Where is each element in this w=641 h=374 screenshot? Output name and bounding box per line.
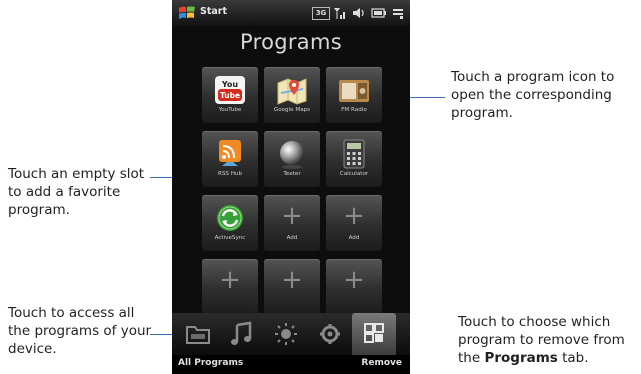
callout-empty-slot: Touch an empty slot to add a favorite pr… xyxy=(8,166,145,218)
tile-teeter[interactable]: Teeter xyxy=(264,131,320,187)
status-bar: Start 3G xyxy=(172,0,410,26)
tab-folder[interactable] xyxy=(178,313,218,355)
page-title: Programs xyxy=(240,30,342,54)
tile-label: FM Radio xyxy=(341,107,367,113)
callout-remove: Touch to choose which program to remove … xyxy=(458,314,625,366)
settings-icon xyxy=(320,324,340,344)
tab-programs[interactable] xyxy=(352,313,396,355)
all-programs-softkey[interactable]: All Programs xyxy=(178,358,243,368)
rss-hub-icon xyxy=(219,140,241,166)
tile-label: Add xyxy=(348,235,360,241)
activesync-icon xyxy=(217,205,243,231)
callout-program-icon: Touch a program icon to open the corresp… xyxy=(451,69,615,121)
tile-label: Google Maps xyxy=(273,107,311,113)
plus-icon: + xyxy=(281,265,303,295)
tab-weather[interactable] xyxy=(266,313,306,355)
tile-label: Teeter xyxy=(283,171,301,177)
plus-icon: + xyxy=(343,201,365,231)
tile-add-slot[interactable]: + xyxy=(264,259,320,315)
windows-logo-icon[interactable] xyxy=(178,5,196,21)
plus-icon: + xyxy=(219,265,241,295)
tile-google-maps[interactable]: Google Maps xyxy=(264,67,320,123)
signal-icon xyxy=(334,8,345,19)
google-maps-icon xyxy=(277,78,307,105)
start-menu-label[interactable]: Start xyxy=(200,6,227,17)
tab-settings[interactable] xyxy=(310,313,350,355)
programs-grid-icon xyxy=(364,323,384,343)
tab-music[interactable] xyxy=(222,313,262,355)
teeter-icon xyxy=(280,141,304,169)
music-icon xyxy=(231,321,252,345)
calculator-icon xyxy=(343,139,365,169)
tile-add-slot[interactable]: + xyxy=(202,259,258,315)
callout-all-programs: Touch to access all the programs of your… xyxy=(8,305,152,357)
phone-screen: Start 3G Programs You Tube YouTube Googl… xyxy=(172,0,410,374)
tile-add-slot[interactable]: + xyxy=(326,259,382,315)
tile-fm-radio[interactable]: FM Radio xyxy=(326,67,382,123)
tile-calculator[interactable]: Calculator xyxy=(326,131,382,187)
folder-icon xyxy=(186,326,210,344)
youtube-icon: You Tube xyxy=(215,76,245,104)
battery-icon xyxy=(371,8,386,18)
tile-label: ActiveSync xyxy=(214,235,246,241)
tile-rss-hub[interactable]: RSS Hub xyxy=(202,131,258,187)
plus-icon: + xyxy=(281,201,303,231)
tile-youtube[interactable]: You Tube YouTube xyxy=(202,67,258,123)
fm-radio-icon xyxy=(339,80,369,102)
tile-label: RSS Hub xyxy=(217,171,243,177)
weather-icon xyxy=(275,323,297,345)
plus-icon: + xyxy=(343,265,365,295)
tab-bar xyxy=(172,313,410,355)
network-3g-icon: 3G xyxy=(312,7,330,20)
svg-text:Tube: Tube xyxy=(220,91,240,100)
tile-label: Calculator xyxy=(339,171,369,177)
tile-add-slot[interactable]: + Add xyxy=(264,195,320,251)
tile-label: Add xyxy=(286,235,298,241)
tile-activesync[interactable]: ActiveSync xyxy=(202,195,258,251)
soft-key-bar: All Programs Remove xyxy=(172,355,410,374)
svg-text:You: You xyxy=(221,80,239,89)
tile-add-slot[interactable]: + Add xyxy=(326,195,382,251)
connectivity-icon[interactable] xyxy=(391,6,405,20)
tile-label: YouTube xyxy=(218,107,242,113)
speaker-icon[interactable] xyxy=(352,6,366,20)
remove-softkey[interactable]: Remove xyxy=(361,358,402,368)
